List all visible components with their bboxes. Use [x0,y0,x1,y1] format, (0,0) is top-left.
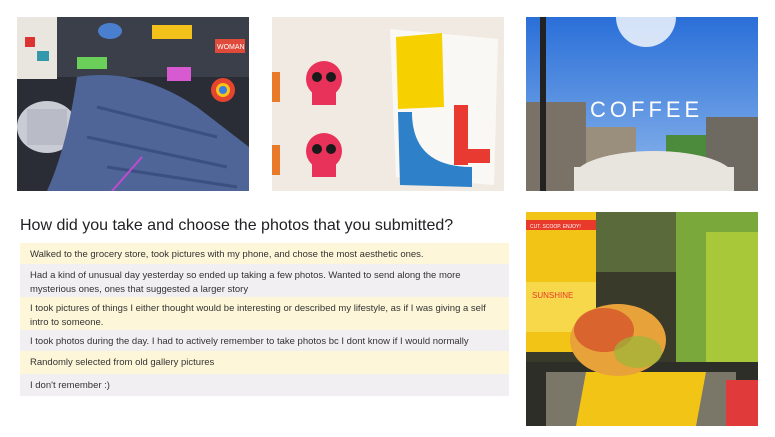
answer-row: I took photos during the day. I had to a… [20,330,509,351]
answer-row: Walked to the grocery store, took pictur… [20,243,509,264]
answers-list: Walked to the grocery store, took pictur… [20,243,509,396]
question-heading: How did you take and choose the photos t… [20,217,454,234]
photo-skull-poster [272,17,504,191]
photo-coffee-window: COFFEE [526,17,758,191]
photo-laptop-knitting: WOMAN [17,17,249,191]
answer-row: Had a kind of unusual day yesterday so e… [20,264,509,297]
answer-row: I took pictures of things I either thoug… [20,297,509,330]
label-text: CUT. SCOOP. ENJOY! [530,224,581,230]
answer-row: I don't remember :) [20,374,509,396]
box-text: SUNSHINE [532,291,573,300]
window-lettering: COFFEE [590,97,703,122]
sticker-text: WOMAN [217,44,245,51]
answer-row: Randomly selected from old gallery pictu… [20,351,509,374]
photo-mango: CUT. SCOOP. ENJOY! SUNSHINE [526,212,758,426]
